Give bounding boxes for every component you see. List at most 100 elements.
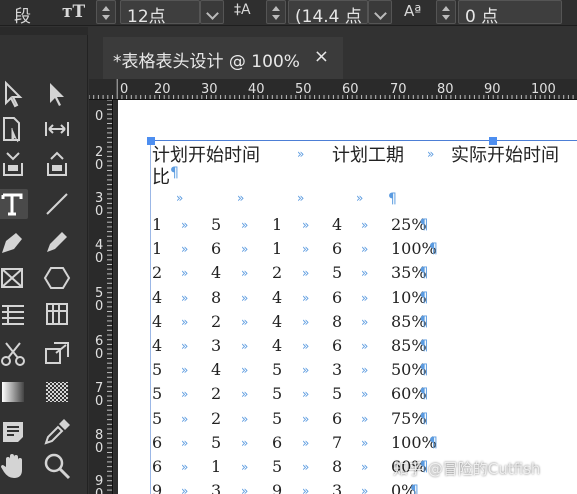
tab-mark: » (361, 242, 369, 257)
tab-mark: » (302, 460, 310, 474)
selection-tool-icon[interactable] (0, 79, 28, 109)
tab-mark: » (361, 460, 369, 474)
tab-mark: » (237, 191, 245, 205)
note-tool-icon[interactable] (0, 417, 28, 447)
tab-mark: » (241, 339, 249, 353)
gradient-swatch-tool-icon[interactable] (0, 377, 28, 407)
table-cell: 3 (211, 336, 222, 355)
vertical-ruler[interactable]: 02030405060708090 (89, 100, 113, 494)
baseline-shift-field[interactable]: 0 点 (458, 0, 562, 27)
gap-tool-icon[interactable] (42, 114, 72, 144)
horizontal-ruler[interactable]: 0 20 30 40 50 60 70 80 90 100 (89, 79, 577, 100)
watermark: 知乎 @冒险的Cutfish (393, 460, 541, 478)
font-size-stepper[interactable] (96, 0, 116, 24)
tab-mark: » (361, 339, 369, 353)
document-tab[interactable]: *表格表头设计 @ 100% × (103, 37, 343, 79)
ruler-label: 0 (95, 394, 103, 409)
tab-mark: » (241, 218, 249, 232)
table-cell: 2 (152, 263, 163, 283)
baseline-shift-stepper[interactable] (436, 0, 456, 24)
free-transform-tool-icon[interactable] (42, 339, 72, 369)
table-cell: 6 (152, 457, 163, 476)
pen-tool-icon[interactable] (0, 227, 28, 257)
direct-selection-tool-icon[interactable] (42, 79, 72, 109)
table-cell: 5 (152, 384, 163, 404)
paragraph-mark: ¶ (429, 241, 438, 258)
tab-mark: » (181, 484, 189, 494)
paragraph-mode-label[interactable]: 段 (14, 2, 31, 27)
line-tool-icon[interactable] (42, 189, 72, 219)
font-size-dropdown[interactable] (200, 0, 224, 24)
tab-mark: » (356, 191, 364, 205)
polygon-tool-icon[interactable] (42, 263, 72, 293)
eyedropper-tool-icon[interactable] (42, 417, 72, 447)
table-cell: 9 (272, 481, 283, 494)
header-cell: 实际开始时间 (451, 145, 559, 166)
ruler-label: 70 (390, 82, 407, 97)
tools-panel (0, 27, 88, 494)
leading-stepper[interactable] (266, 0, 286, 24)
table-cell: 4 (211, 360, 222, 380)
hand-tool-icon[interactable] (0, 451, 28, 481)
ruler-label: 0 (95, 109, 103, 124)
ruler-label: 50 (295, 82, 312, 97)
empty-tab-row: » » » » ¶ (152, 191, 452, 215)
table-cell: 1 (211, 457, 222, 476)
page-tool-icon[interactable] (0, 114, 28, 144)
column-icon[interactable] (42, 299, 72, 329)
content-collector-icon[interactable] (0, 149, 28, 179)
table-cell: 5 (272, 360, 283, 380)
tab-mark: » (361, 484, 369, 494)
table-row: 4» 2» 4» 8» 85% ¶ (152, 312, 452, 336)
gradient-feather-tool-icon[interactable] (42, 377, 72, 407)
table-cell: 4 (272, 287, 283, 307)
pencil-tool-icon[interactable] (42, 227, 72, 257)
tab-mark: » (302, 435, 310, 450)
tab-mark: » (241, 387, 249, 402)
leading-icon: ‡A (234, 2, 251, 18)
table-cell: 7 (332, 432, 343, 452)
tab-mark: » (361, 218, 369, 232)
close-icon[interactable]: × (314, 46, 329, 67)
table-row: 9» 3» 9» 3» 0% ¶ (152, 481, 452, 494)
content-placer-icon[interactable] (42, 149, 72, 179)
tab-mark: » (181, 242, 189, 257)
table-cell: 2 (272, 263, 283, 283)
table-icon[interactable] (0, 299, 28, 329)
table-cell: 8 (332, 311, 343, 331)
rectangle-frame-tool-icon[interactable] (0, 263, 28, 293)
panel-grip[interactable] (0, 27, 88, 35)
table-row: 5» 4» 5» 3» 50% ¶ (152, 360, 452, 384)
ruler-label: 0 (95, 251, 103, 266)
table-row: 1» 6» 1» 6» 100% ¶ (152, 239, 452, 263)
type-tool-icon[interactable] (0, 189, 28, 219)
table-cell: 2 (211, 384, 222, 404)
table-cell: 6 (272, 432, 283, 452)
tab-mark: » (302, 411, 310, 426)
table-cell: 4 (332, 215, 343, 234)
table-cell: 3 (211, 481, 222, 494)
table-cell: 5 (211, 215, 222, 234)
leading-field[interactable]: (14.4 点 (288, 0, 368, 27)
table-cell: 4 (152, 311, 163, 331)
tab-mark: » (302, 339, 310, 353)
table-row: 5» 2» 5» 6» 75% ¶ (152, 409, 452, 433)
paragraph-mark: ¶ (429, 434, 438, 451)
tab-mark: » (241, 484, 249, 494)
font-size-field[interactable]: 12点 (120, 0, 200, 27)
paragraph-mark: ¶ (419, 265, 429, 282)
table-cell: 4 (272, 311, 283, 331)
table-row: 4» 8» 4» 6» 10% ¶ (152, 288, 452, 312)
tab-mark: » (241, 363, 249, 378)
table-cell: 5 (152, 360, 163, 380)
table-cell: 1 (152, 215, 163, 234)
paragraph-mark: ¶ (419, 362, 429, 379)
scissors-tool-icon[interactable] (0, 339, 28, 369)
ruler-label: 0 (95, 158, 103, 173)
table-row: 6» 5» 6» 7» 100% ¶ (152, 433, 452, 457)
zoom-tool-icon[interactable] (42, 451, 72, 481)
tab-mark: » (361, 387, 369, 402)
tab-mark: » (181, 435, 189, 450)
tab-mark: » (302, 290, 310, 305)
leading-dropdown[interactable] (368, 0, 392, 24)
